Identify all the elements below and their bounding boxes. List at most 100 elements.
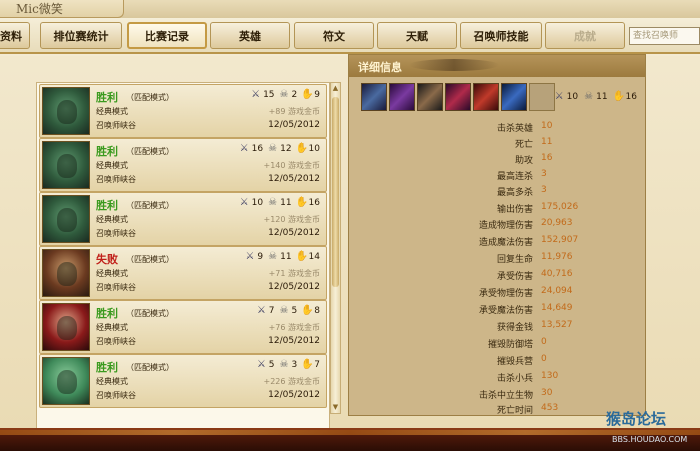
stat-row: 造成魔法伤害 152,907	[349, 233, 645, 249]
stat-label: 获得金钱	[496, 323, 533, 333]
match-map-type: 经典模式	[96, 107, 128, 116]
forum-watermark-logo: 猴岛论坛	[606, 410, 667, 428]
stat-value: 152,907	[541, 235, 579, 245]
stat-row: 死亡 11	[349, 135, 645, 151]
stat-label: 承受物理伤害	[478, 289, 533, 299]
nav-bar: 资料 排位赛统计 比赛记录 英雄 符文 天赋 召唤师技能 成就	[0, 18, 700, 54]
match-date: 12/05/2012	[268, 390, 320, 400]
sword-item-icon[interactable]	[361, 83, 387, 111]
tab-profile[interactable]: 资料	[0, 22, 30, 49]
gunner-champion-portrait	[42, 249, 90, 297]
stat-value: 3	[541, 185, 547, 195]
match-deaths: 3	[291, 359, 298, 370]
match-row[interactable]: 胜利 （匹配模式） 经典模式 召唤师峡谷 ⚔ 15 ☠ 2 ✋ 9 +89 游戏金币 …	[39, 84, 327, 138]
scroll-thumb[interactable]	[332, 97, 339, 287]
match-gold: +76 游戏金币	[268, 323, 320, 332]
boots-item-icon[interactable]	[473, 83, 499, 111]
stat-row: 死亡时间 453	[349, 401, 645, 417]
bottom-decoration-bar	[0, 428, 700, 451]
stat-label: 最高连杀	[496, 172, 533, 182]
match-assists: 8	[314, 305, 320, 316]
match-result: 胜利	[96, 145, 118, 158]
stat-row: 击杀小兵 130	[349, 369, 645, 385]
forum-watermark-url: BBS.HOUDAO.COM	[612, 435, 688, 444]
sword-icon: ⚔	[239, 143, 249, 154]
tab-match-history[interactable]: 比赛记录	[127, 22, 207, 49]
stat-value: 0	[541, 354, 547, 364]
stat-row: 承受魔法伤害 14,649	[349, 301, 645, 317]
tab-achievements[interactable]: 成就	[545, 22, 625, 49]
match-result: 胜利	[96, 91, 118, 104]
detail-assists: 16	[625, 91, 637, 102]
hand-icon: ✋	[612, 91, 625, 102]
match-map-type: 经典模式	[96, 377, 128, 386]
match-gold: +71 游戏金币	[268, 269, 320, 278]
summoner-search-input[interactable]	[629, 27, 700, 45]
stat-value: 13,527	[541, 320, 573, 330]
redhead-champion-portrait	[42, 303, 90, 351]
tab-ranked-stats[interactable]: 排位赛统计	[40, 22, 122, 49]
tab-runes[interactable]: 符文	[294, 22, 374, 49]
tab-summoner-spells[interactable]: 召唤师技能	[460, 22, 542, 49]
match-gold: +120 游戏金币	[263, 215, 320, 224]
match-date: 12/05/2012	[268, 336, 320, 346]
stat-value: 130	[541, 371, 559, 381]
stat-label: 助攻	[514, 156, 533, 166]
blade-item-icon[interactable]	[445, 83, 471, 111]
match-assists: 7	[314, 359, 320, 370]
stat-row: 最高连杀 3	[349, 167, 645, 183]
match-detail-panel: 详细信息 ⚔ 10 ☠ 11 ✋ 16 击杀英雄 10 死亡 11 助攻 16 最高连杀 3 …	[348, 54, 646, 416]
match-list: 胜利 （匹配模式） 经典模式 召唤师峡谷 ⚔ 15 ☠ 2 ✋ 9 +89 游戏金币 …	[36, 82, 330, 451]
stat-value: 175,026	[541, 202, 579, 212]
match-kda: ⚔ 9 ☠ 11 ✋ 14	[244, 251, 320, 262]
match-mode: （匹配模式）	[126, 147, 174, 156]
skull-icon: ☠	[584, 91, 594, 102]
stat-row: 摧毁防御塔 0	[349, 335, 645, 351]
orb-item-icon[interactable]	[417, 83, 443, 111]
match-deaths: 2	[291, 89, 298, 100]
match-deaths: 5	[291, 305, 298, 316]
stat-row: 造成物理伤害 20,963	[349, 216, 645, 232]
stat-label: 最高多杀	[496, 188, 533, 198]
stat-row: 击杀英雄 10	[349, 119, 645, 135]
detail-header: 详细信息	[349, 55, 645, 77]
stat-row: 承受物理伤害 24,094	[349, 284, 645, 300]
stat-value: 453	[541, 403, 559, 413]
match-result: 胜利	[96, 307, 118, 320]
claw-item-icon[interactable]	[389, 83, 415, 111]
match-row[interactable]: 失败 （匹配模式） 经典模式 召唤师峡谷 ⚔ 9 ☠ 11 ✋ 14 +71 游戏金币…	[39, 246, 327, 300]
detail-kda: ⚔ 10 ☠ 11 ✋ 16	[554, 91, 637, 102]
empty-item-slot[interactable]	[529, 83, 555, 111]
match-row[interactable]: 胜利 （匹配模式） 经典模式 召唤师峡谷 ⚔ 10 ☠ 11 ✋ 16 +120 游戏…	[39, 192, 327, 246]
stat-label: 输出伤害	[496, 205, 533, 215]
stat-label: 击杀中立生物	[478, 391, 533, 401]
match-map-type: 经典模式	[96, 215, 128, 224]
stat-label: 造成魔法伤害	[478, 238, 533, 248]
window-title-tab: Mic微笑	[0, 0, 124, 18]
scroll-down-icon[interactable]: ▼	[331, 403, 340, 412]
match-list-scrollbar[interactable]: ▲ ▼	[330, 82, 341, 414]
stat-value: 11	[541, 137, 553, 147]
match-row[interactable]: 胜利 （匹配模式） 经典模式 召唤师峡谷 ⚔ 7 ☠ 5 ✋ 8 +76 游戏金币 1…	[39, 300, 327, 354]
zombie-champion-portrait	[42, 141, 90, 189]
match-row[interactable]: 胜利 （匹配模式） 经典模式 召唤师峡谷 ⚔ 5 ☠ 3 ✋ 7 +226 游戏金币 …	[39, 354, 327, 408]
hand-icon: ✋	[301, 89, 314, 100]
stat-value: 11,976	[541, 252, 573, 262]
match-kills: 10	[251, 197, 264, 208]
stat-value: 30	[541, 388, 553, 398]
tab-talents[interactable]: 天赋	[377, 22, 457, 49]
tab-champions[interactable]: 英雄	[210, 22, 290, 49]
match-date: 12/05/2012	[268, 120, 320, 130]
hat-item-icon[interactable]	[501, 83, 527, 111]
match-date: 12/05/2012	[268, 228, 320, 238]
stat-label: 摧毁兵营	[496, 357, 533, 367]
match-mode: （匹配模式）	[126, 93, 174, 102]
sword-icon: ⚔	[256, 305, 266, 316]
detail-deaths: 11	[596, 91, 608, 102]
scroll-up-icon[interactable]: ▲	[331, 84, 340, 93]
stat-row: 摧毁兵营 0	[349, 352, 645, 368]
stat-label: 击杀小兵	[496, 374, 533, 384]
match-map: 召唤师峡谷	[96, 175, 136, 184]
match-row[interactable]: 胜利 （匹配模式） 经典模式 召唤师峡谷 ⚔ 16 ☠ 12 ✋ 10 +140 游戏…	[39, 138, 327, 192]
skull-icon: ☠	[268, 251, 278, 262]
